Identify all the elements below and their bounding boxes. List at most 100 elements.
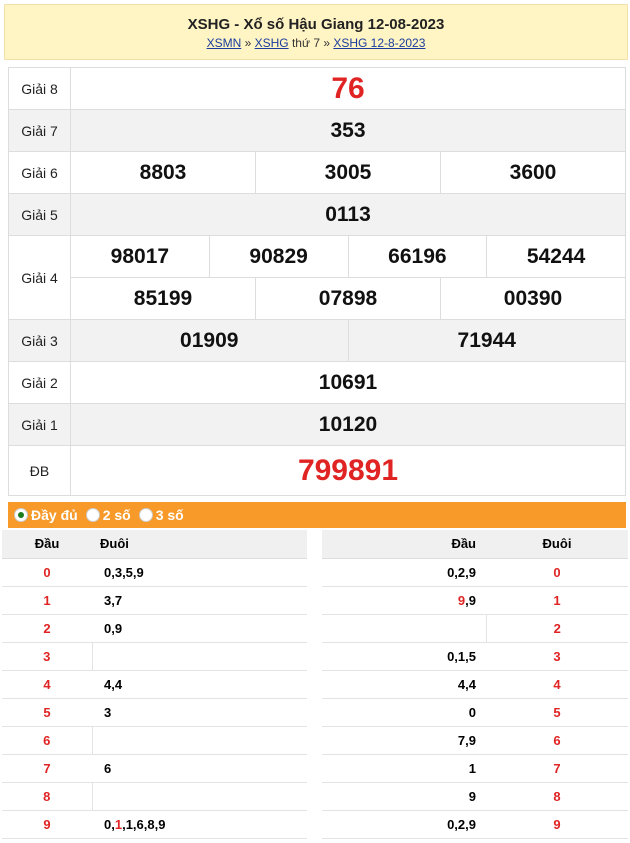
prize-label-g8: Giải 8: [8, 67, 71, 110]
tail-digit: 8: [486, 782, 628, 811]
radio-icon[interactable]: [85, 508, 100, 522]
head-digits: 0: [322, 698, 486, 727]
tail-digits: 0,1,1,6,8,9: [92, 810, 307, 839]
head-digit: 2: [2, 614, 92, 643]
column-header-tail: Đuôi: [486, 530, 628, 559]
head-digit: 1: [2, 586, 92, 615]
head-digit: 3: [2, 642, 92, 671]
tail-digits: [91, 726, 307, 755]
option-label: 3 số: [155, 507, 184, 523]
prize-value-g7: 353: [70, 109, 626, 152]
head-digit: 9: [2, 810, 92, 839]
tail-digit: 2: [486, 614, 628, 643]
prize-label-g5: Giải 5: [8, 193, 71, 236]
prize-value-g8: 76: [70, 67, 626, 110]
tail-digits: 0,3,5,9: [92, 558, 307, 587]
table-row: 4 4,4: [2, 670, 307, 699]
table-row: 17: [322, 754, 628, 783]
head-digits: 4,4: [322, 670, 486, 699]
head-digit: 7: [2, 754, 92, 783]
tail-digits: 6: [92, 754, 307, 783]
table-row: 0,2,9 0: [322, 558, 628, 587]
prize-label-db: ĐB: [8, 445, 71, 496]
column-header-head: Đầu: [322, 530, 486, 559]
prize-value-g4: 66196: [347, 236, 487, 277]
prize-value-g6: 3600: [440, 152, 625, 193]
breadcrumb-weekday: thứ 7 »: [288, 36, 334, 50]
head-digit: 6: [2, 726, 92, 755]
prize-value-g4: 07898: [255, 278, 440, 319]
page-header: XSHG - Xổ số Hậu Giang 12-08-2023 XSMN »…: [4, 4, 628, 60]
head-digits: 0,2,9: [322, 810, 486, 839]
prize-label-g3: Giải 3: [8, 319, 71, 362]
prize-value-db: 799891: [70, 445, 626, 496]
breadcrumb-xsmn-link[interactable]: XSMN: [207, 36, 242, 50]
head-digits: 9,9: [322, 586, 486, 615]
tail-digits: 3: [92, 698, 307, 727]
table-row: 8: [2, 782, 307, 811]
option-label: 2 số: [102, 507, 131, 523]
breadcrumb-date-link[interactable]: XSHG 12-8-2023: [333, 36, 425, 50]
option-3-digits[interactable]: 3 số: [138, 507, 184, 523]
prize-value-g4: 85199: [133, 286, 193, 310]
tail-part: 0,: [104, 816, 115, 832]
prize-value-g4: 54244: [486, 236, 625, 277]
prize-label-g1: Giải 1: [8, 403, 71, 446]
column-header-head: Đầu: [2, 530, 92, 559]
breadcrumb-separator: »: [241, 36, 255, 50]
prize-value-g2: 10691: [70, 361, 626, 404]
table-row: 9 0,1,1,6,8,9: [2, 810, 307, 839]
breadcrumb: XSMN » XSHG thứ 7 » XSHG 12-8-2023: [5, 36, 627, 50]
table-row: 0,1,5 3: [322, 642, 628, 671]
table-row: 3: [2, 642, 307, 671]
prize-values-g4-row2: 85199 07898 00390: [70, 277, 626, 320]
loto-head-table: Đầu Đuôi 0 0,3,5,9 1 3,7 2 0,9 3 4 4,4 53 6 …: [2, 530, 307, 839]
breadcrumb-xshg-link[interactable]: XSHG: [255, 36, 289, 50]
prize-value-g5: 0113: [70, 193, 626, 236]
head-digit: 8: [2, 782, 92, 811]
prize-label-g2: Giải 2: [8, 361, 71, 404]
results-table: Giải 8 76 Giải 7 353 Giải 6 8803 3005 36…: [8, 67, 626, 496]
table-row: 7,9 6: [322, 726, 628, 755]
prize-values-g4-row1: 98017 90829 66196 54244: [70, 235, 626, 278]
table-row: 6: [2, 726, 307, 755]
radio-selected-icon[interactable]: [14, 508, 28, 522]
tail-digits: [91, 642, 307, 671]
prize-value-g4: 98017: [110, 244, 170, 268]
head-digits: 0,1,5: [322, 642, 486, 671]
tail-digit: 6: [486, 726, 628, 755]
prize-value-g3: 71944: [347, 320, 626, 361]
radio-icon[interactable]: [138, 508, 153, 522]
option-2-digits[interactable]: 2 số: [85, 507, 131, 523]
tail-digits: 4,4: [92, 670, 307, 699]
tail-digit: 3: [486, 642, 628, 671]
tail-digits: 3,7: [92, 586, 307, 615]
table-row: 53: [2, 698, 307, 727]
prize-label-g4: Giải 4: [8, 235, 71, 320]
prize-value-g3: 01909: [180, 328, 239, 352]
head-digits: 7,9: [322, 726, 486, 755]
prize-value-g6: 8803: [139, 160, 187, 184]
prize-values-g3: 01909 71944: [70, 319, 626, 362]
option-label: Đầy đủ: [31, 507, 78, 523]
column-header-tail: Đuôi: [92, 530, 307, 559]
table-row: 4,4 4: [322, 670, 628, 699]
tail-digit: 1: [486, 586, 628, 615]
table-row: 98: [322, 782, 628, 811]
head-digit: 0: [2, 558, 92, 587]
table-row: 0 0,3,5,9: [2, 558, 307, 587]
tail-digit: 0: [486, 558, 628, 587]
tail-digits: [91, 782, 307, 811]
head-digits: 0,2,9: [322, 558, 486, 587]
table-row: 9,9 1: [322, 586, 628, 615]
head-digits: 9: [322, 782, 486, 811]
loto-tail-table: Đầu Đuôi 0,2,9 0 9,9 1 2 0,1,5 3 4,4 4 05 7,…: [322, 530, 628, 839]
table-row: 2: [322, 614, 628, 643]
prize-value-g6: 3005: [255, 152, 440, 193]
head-digits: [322, 614, 487, 643]
tail-digit: 5: [486, 698, 628, 727]
prize-label-g7: Giải 7: [8, 109, 71, 152]
option-full[interactable]: Đầy đủ: [14, 507, 78, 523]
tail-digit: 4: [486, 670, 628, 699]
tail-digits: 0,9: [92, 614, 307, 643]
